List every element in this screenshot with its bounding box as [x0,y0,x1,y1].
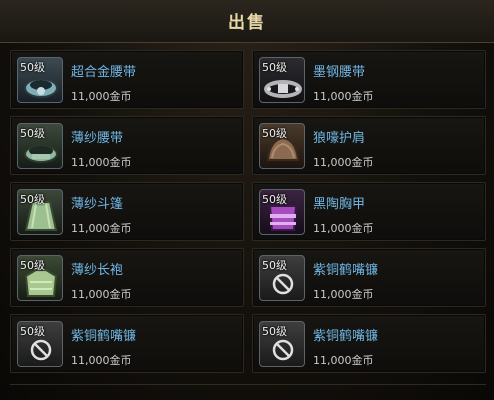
item-price: 11,000金币 [71,288,132,301]
restricted-icon: 50级 [17,321,63,367]
item-grid: 50级 超合金腰带 11,000金币 50级 墨钢腰带 11,000金币 50级… [10,50,486,373]
item-name: 紫铜鹤嘴镰 [313,329,379,344]
shop-header: 出售 [0,0,494,43]
item-price: 11,000金币 [71,354,132,367]
item-name: 薄纱腰带 [71,131,124,146]
item-name: 薄纱斗篷 [71,197,124,212]
item-name: 薄纱长袍 [71,263,124,278]
item-name: 紫铜鹤嘴镰 [313,263,379,278]
gauze-robe-icon: 50级 [17,255,63,301]
shop-item-card[interactable]: 50级 紫铜鹤嘴镰 11,000金币 [10,314,244,373]
item-name: 超合金腰带 [71,65,137,80]
item-price: 11,000金币 [313,222,374,235]
item-name: 墨钢腰带 [313,65,366,80]
level-badge: 50级 [20,259,45,272]
shop-item-card[interactable]: 50级 黑陶胸甲 11,000金币 [252,182,486,241]
item-name: 黑陶胸甲 [313,197,366,212]
shop-item-card[interactable]: 50级 薄纱长袍 11,000金币 [10,248,244,307]
item-price: 11,000金币 [313,90,374,103]
shop-item-card[interactable]: 50级 紫铜鹤嘴镰 11,000金币 [252,314,486,373]
shop-item-card[interactable]: 50级 狼嚎护肩 11,000金币 [252,116,486,175]
page-title: 出售 [228,13,266,33]
restricted-icon: 50级 [259,255,305,301]
level-badge: 50级 [20,193,45,206]
black-pottery-chest-icon: 50级 [259,189,305,235]
wolf-howl-shoulder-icon: 50级 [259,123,305,169]
level-badge: 50级 [262,193,287,206]
gauze-belt-icon: 50级 [17,123,63,169]
item-price: 11,000金币 [71,90,132,103]
level-badge: 50级 [20,325,45,338]
item-price: 11,000金币 [71,156,132,169]
level-badge: 50级 [262,259,287,272]
shop-item-card[interactable]: 50级 超合金腰带 11,000金币 [10,50,244,109]
item-price: 11,000金币 [313,354,374,367]
shop-item-card[interactable]: 50级 薄纱腰带 11,000金币 [10,116,244,175]
alloy-belt-icon: 50级 [17,57,63,103]
item-price: 11,000金币 [313,288,374,301]
gauze-cloak-icon: 50级 [17,189,63,235]
ink-steel-belt-icon: 50级 [259,57,305,103]
item-price: 11,000金币 [313,156,374,169]
item-price: 11,000金币 [71,222,132,235]
level-badge: 50级 [262,325,287,338]
shop-item-card[interactable]: 50级 薄纱斗篷 11,000金币 [10,182,244,241]
level-badge: 50级 [20,127,45,140]
shop-item-card[interactable]: 50级 紫铜鹤嘴镰 11,000金币 [252,248,486,307]
shop-item-card[interactable]: 50级 墨钢腰带 11,000金币 [252,50,486,109]
restricted-icon: 50级 [259,321,305,367]
item-name: 紫铜鹤嘴镰 [71,329,137,344]
bottom-divider [10,384,486,385]
level-badge: 50级 [262,127,287,140]
level-badge: 50级 [20,61,45,74]
item-name: 狼嚎护肩 [313,131,366,146]
level-badge: 50级 [262,61,287,74]
